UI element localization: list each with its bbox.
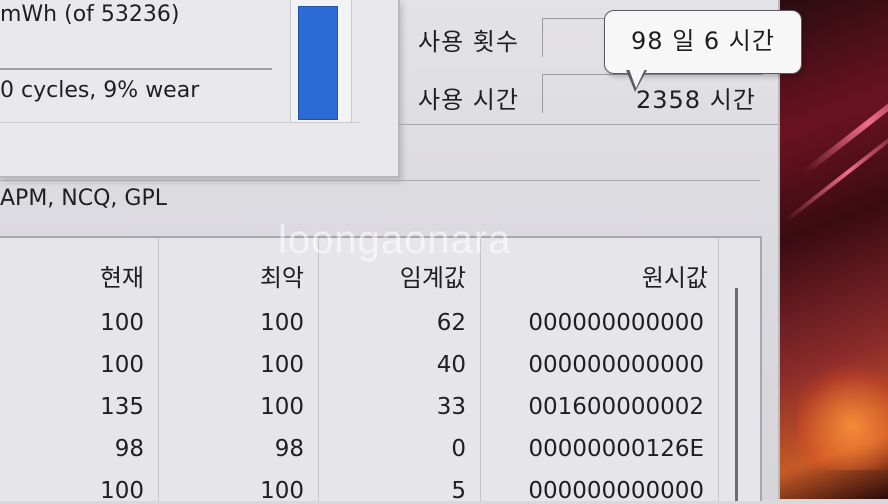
table-cell: 100 (260, 352, 304, 378)
table-cell: 98 (114, 436, 144, 462)
column-divider (318, 238, 319, 501)
table-cell: 33 (436, 394, 466, 420)
divider (0, 180, 760, 181)
tooltip-tail-fill (629, 69, 645, 88)
column-divider (718, 238, 719, 501)
table-cell: 100 (100, 310, 144, 336)
table-cell: 40 (436, 352, 466, 378)
watermark: loongaonara (278, 218, 512, 262)
table-cell: 135 (100, 394, 144, 420)
scrollbar[interactable] (735, 288, 738, 501)
table-cell: 100 (260, 310, 304, 336)
divider (0, 68, 272, 70)
table-cell: 62 (436, 310, 466, 336)
disk-info-window: mWh (of 53236) 0 cycles, 9% wear 사용 횟수 사… (0, 0, 802, 504)
battery-cycles-text: 0 cycles, 9% wear (0, 78, 200, 103)
use-time-label: 사용 시간 (418, 86, 519, 114)
battery-popup: mWh (of 53236) 0 cycles, 9% wear (0, 0, 400, 178)
table-cell: 100 (260, 478, 304, 504)
wallpaper-streak (783, 121, 888, 223)
wallpaper-glow (798, 360, 888, 470)
use-time-value: 2358 시간 (636, 86, 756, 114)
desktop-background (778, 0, 888, 499)
table-cell: 98 (274, 436, 304, 462)
column-header-threshold[interactable]: 임계값 (340, 258, 466, 293)
use-count-label: 사용 횟수 (418, 28, 519, 56)
wallpaper-streak (803, 71, 888, 175)
table-cell: 100 (100, 352, 144, 378)
table-cell: 000000000000 (528, 352, 704, 378)
use-time-tooltip: 98 일 6 시간 (604, 10, 802, 74)
column-divider (480, 238, 481, 501)
table-cell: 001600000002 (528, 394, 704, 420)
table-cell: 000000000000 (528, 478, 704, 504)
column-header-raw-value[interactable]: 원시값 (520, 258, 708, 293)
table-cell: 00000000126E (528, 436, 705, 462)
battery-level-meter (290, 0, 352, 123)
table-cell: 5 (451, 478, 466, 504)
smart-attributes-table[interactable]: 현재 최악 임계값 원시값 100 100 62 000000000000 100 100… (0, 236, 762, 504)
table-cell: 100 (260, 394, 304, 420)
battery-capacity-text: mWh (of 53236) (0, 2, 180, 27)
column-header-current[interactable]: 현재 (40, 258, 144, 293)
table-cell: 100 (100, 478, 144, 504)
divider (398, 124, 778, 125)
table-cell: 000000000000 (528, 310, 704, 336)
supported-features: APM, NCQ, GPL (0, 186, 167, 211)
battery-level-bar (298, 6, 338, 120)
table-cell: 0 (451, 436, 466, 462)
column-header-worst[interactable]: 최악 (200, 258, 304, 293)
column-divider (158, 238, 159, 501)
